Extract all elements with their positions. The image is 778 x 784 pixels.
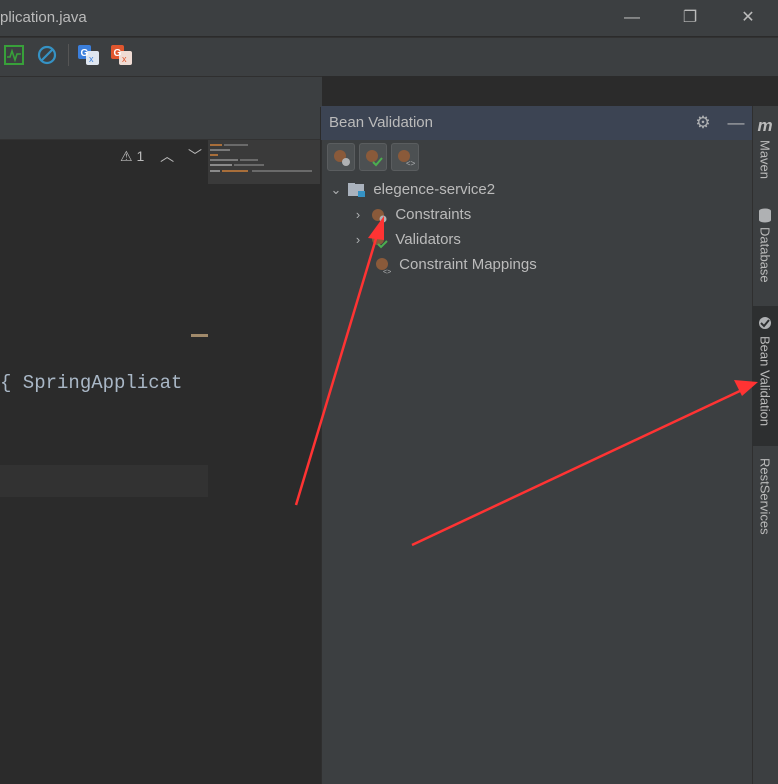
no-entry-icon[interactable] — [37, 45, 57, 65]
close-button[interactable]: ✕ — [738, 8, 758, 28]
show-mappings-button[interactable]: <> — [391, 143, 419, 171]
database-icon — [752, 207, 778, 223]
show-validators-button[interactable] — [359, 143, 387, 171]
code-minimap[interactable] — [208, 140, 320, 184]
tree-root[interactable]: ⌄ elegence-service2 — [329, 177, 496, 202]
tree-item-label: Validators — [395, 231, 461, 248]
tree-item-label: Constraint Mappings — [399, 256, 537, 273]
constraints-icon — [369, 206, 391, 224]
warning-icon: ⚠ — [120, 148, 133, 164]
previous-highlight-icon[interactable]: ︿ — [160, 148, 174, 164]
tree-item-constraints[interactable]: › Constraints — [351, 202, 471, 227]
chevron-right-icon[interactable]: › — [351, 202, 365, 227]
tool-window-title: Bean Validation — [329, 114, 433, 131]
stripe-tab-database[interactable]: Database — [752, 207, 778, 283]
bean-validation-icon — [752, 314, 778, 332]
tree-root-label: elegence-service2 — [373, 181, 496, 198]
editor-area[interactable] — [0, 106, 320, 784]
editor-tab-bar — [0, 106, 320, 140]
hide-icon[interactable]: — — [727, 114, 745, 132]
show-constraints-button[interactable] — [327, 143, 355, 171]
warning-count: 1 — [136, 148, 145, 164]
caret-row-highlight — [0, 465, 208, 497]
svg-text:x: x — [122, 54, 127, 64]
rest-services-label: RestServices — [757, 458, 773, 535]
database-label: Database — [757, 227, 773, 283]
module-folder-icon — [347, 182, 369, 198]
stripe-tab-bean-validation[interactable]: Bean Validation — [752, 314, 778, 426]
activity-monitor-icon[interactable] — [4, 45, 24, 65]
stripe-tab-rest-services[interactable]: RestServices — [752, 458, 778, 535]
chevron-right-icon[interactable]: › — [351, 227, 365, 252]
inspection-widget[interactable]: ⚠ 1 ︿ ﹀ — [120, 146, 202, 166]
tree-item-validators[interactable]: › Validators — [351, 227, 461, 252]
svg-text:<>: <> — [406, 159, 416, 168]
fold-marker — [191, 334, 208, 337]
maven-icon: m — [757, 116, 773, 135]
window-title: plication.java — [0, 9, 87, 26]
navigation-bar — [0, 76, 322, 107]
toolbar-divider — [68, 44, 69, 66]
mappings-icon: <> — [373, 256, 395, 274]
google-translate-red-icon[interactable]: Gx — [111, 45, 132, 65]
restore-button[interactable]: ❐ — [680, 8, 700, 28]
code-text[interactable]: { SpringApplicat — [0, 372, 182, 394]
tree-item-label: Constraints — [395, 206, 472, 223]
next-highlight-icon[interactable]: ﹀ — [188, 148, 202, 164]
chevron-down-icon[interactable]: ⌄ — [329, 177, 343, 202]
svg-text:x: x — [89, 54, 94, 64]
tree-item-constraint-mappings[interactable]: <> Constraint Mappings — [365, 252, 537, 277]
minimize-button[interactable]: — — [622, 8, 642, 28]
google-translate-icon[interactable]: Gx — [78, 45, 99, 65]
validators-icon — [369, 231, 391, 249]
svg-text:<>: <> — [383, 269, 391, 274]
svg-text:G: G — [114, 48, 122, 59]
title-bar — [0, 0, 778, 36]
bean-validation-label: Bean Validation — [757, 336, 773, 427]
stripe-tab-maven[interactable]: Maven — [752, 140, 778, 179]
svg-text:G: G — [81, 48, 89, 59]
gear-icon[interactable]: ⚙ — [694, 114, 712, 132]
maven-label: Maven — [757, 140, 773, 180]
